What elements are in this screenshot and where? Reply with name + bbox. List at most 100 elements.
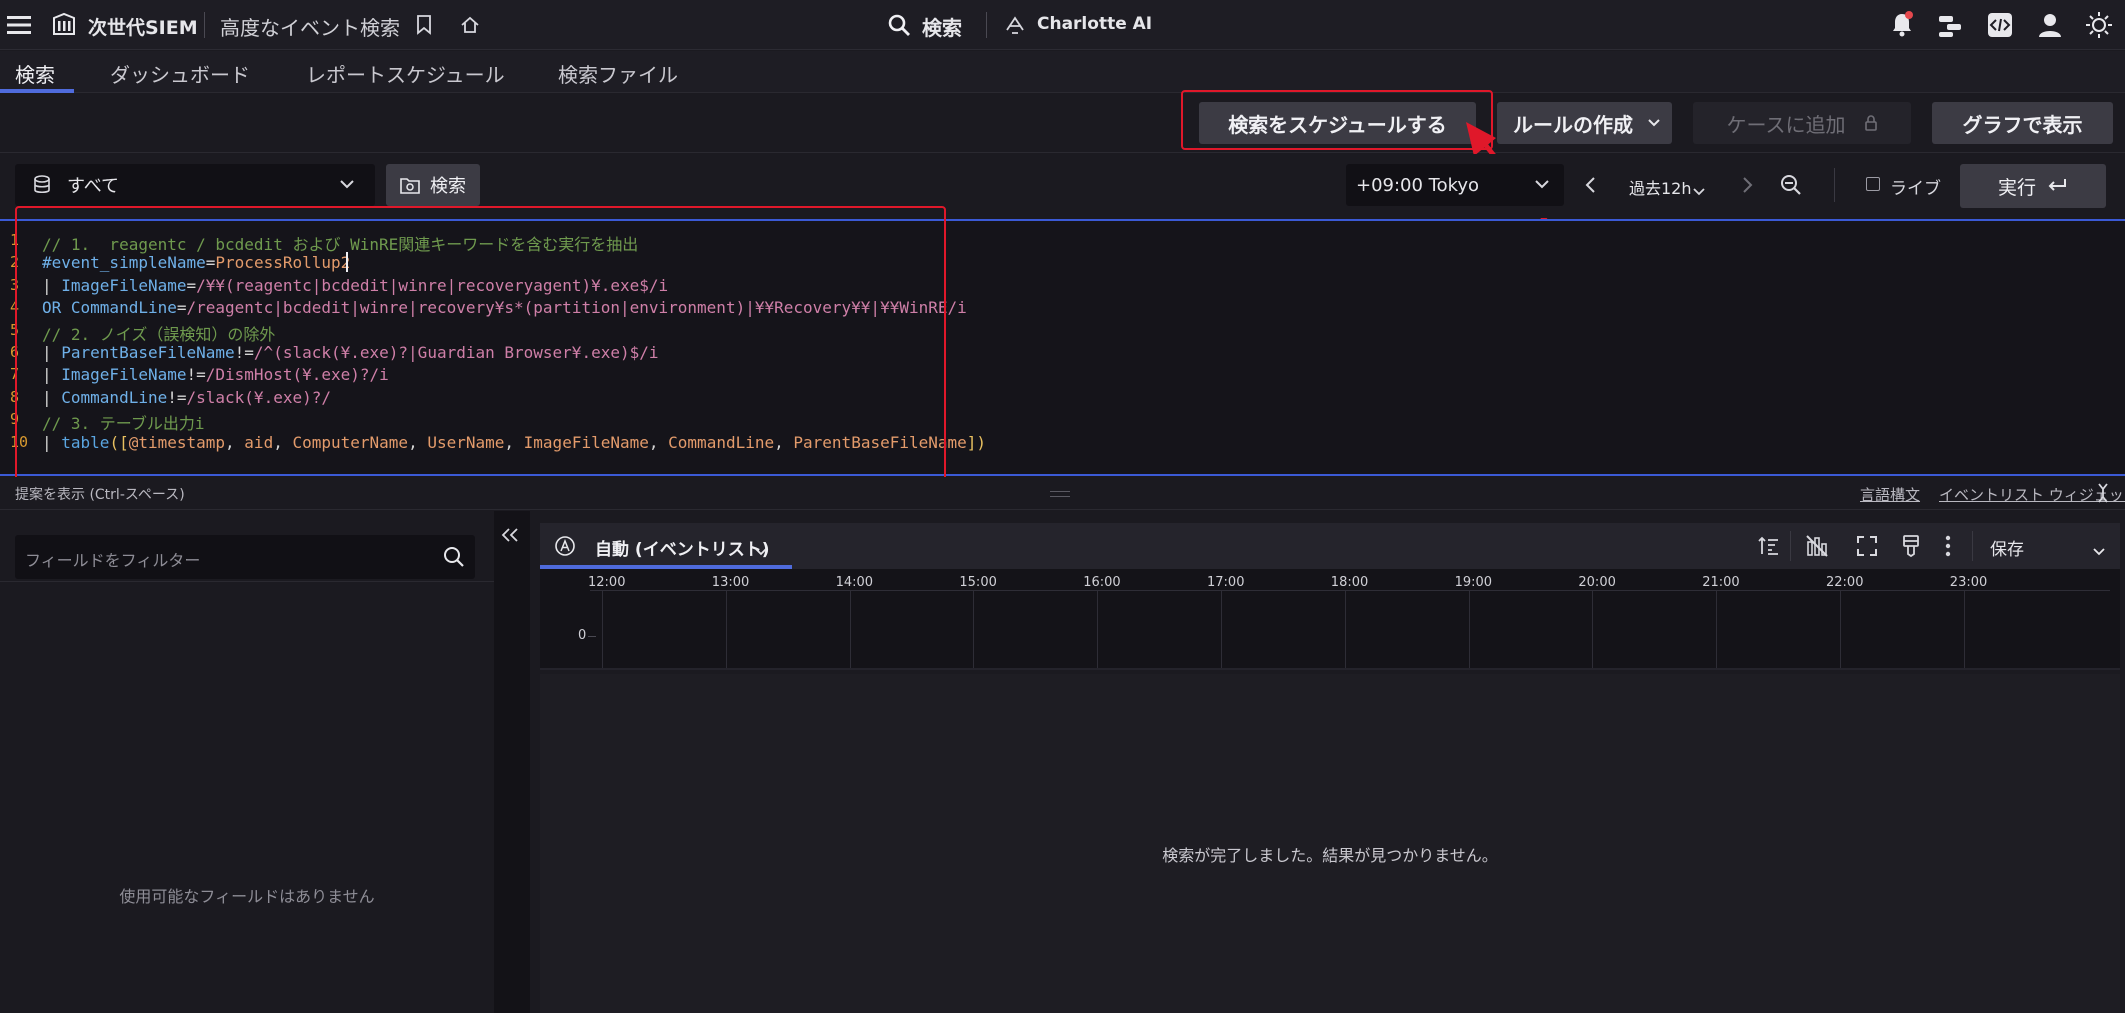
code-token: ]) bbox=[966, 432, 987, 452]
zoom-out-icon[interactable] bbox=[1780, 174, 1802, 200]
code-token: != bbox=[186, 365, 206, 385]
code-token: , bbox=[225, 432, 245, 452]
search-icon[interactable] bbox=[886, 12, 912, 38]
code-token: = bbox=[186, 275, 197, 295]
widget-type-label[interactable]: 自動 (イベントリスト) bbox=[595, 535, 769, 560]
hour-gridline bbox=[1097, 590, 1099, 668]
pin-icon[interactable] bbox=[2096, 482, 2110, 508]
time-range-value[interactable]: 過去12h bbox=[1629, 175, 1692, 199]
collapse-column bbox=[494, 511, 530, 1013]
hour-gridline bbox=[1344, 590, 1346, 668]
run-button[interactable]: 実行 bbox=[1960, 164, 2106, 208]
folder-search-icon bbox=[400, 176, 420, 194]
line-number: 1 bbox=[10, 231, 20, 249]
hide-columns-icon[interactable] bbox=[1805, 534, 1829, 562]
hour-gridline bbox=[725, 590, 727, 668]
time-prev-icon[interactable] bbox=[1584, 176, 1596, 198]
hour-label: 13:00 bbox=[711, 575, 750, 590]
tab-dashboard[interactable]: ダッシュボード bbox=[110, 59, 250, 88]
show-graph-button[interactable]: グラフで表示 bbox=[1932, 102, 2113, 144]
more-options-icon[interactable] bbox=[1944, 534, 1952, 562]
chevron-down-icon[interactable] bbox=[754, 541, 768, 560]
bookmark-icon[interactable] bbox=[412, 13, 436, 37]
chevron-down-icon bbox=[1647, 118, 1661, 128]
hour-gridline bbox=[849, 590, 851, 668]
user-avatar-icon[interactable] bbox=[2036, 11, 2064, 39]
charlotte-ai-label[interactable]: Charlotte AI bbox=[1037, 14, 1152, 34]
code-token: table bbox=[61, 432, 110, 452]
code-token: ImageFileName bbox=[61, 365, 187, 385]
code-token: , bbox=[273, 432, 293, 452]
code-token: != bbox=[167, 387, 187, 407]
hour-gridline bbox=[1592, 590, 1594, 668]
saved-search-button[interactable]: 検索 bbox=[386, 164, 480, 206]
no-results-message: 検索が完了しました。結果が見つかりません。 bbox=[1162, 846, 1498, 865]
time-next-icon[interactable] bbox=[1742, 176, 1754, 198]
hour-label: 20:00 bbox=[1578, 575, 1616, 590]
chevron-down-icon bbox=[339, 179, 355, 189]
code-token: | bbox=[42, 343, 62, 362]
code-text: // 3. テーブル出力i bbox=[42, 410, 204, 434]
live-label: ライブ bbox=[1890, 179, 1941, 199]
query-bar: すべて 検索 +09:00 Tokyo 過去12h ライブ 実行 bbox=[0, 154, 2125, 218]
sort-icon[interactable] bbox=[1757, 534, 1781, 562]
code-token: ([ bbox=[109, 432, 129, 452]
chevron-down-icon[interactable] bbox=[1692, 181, 1706, 200]
line-number: 5 bbox=[10, 320, 20, 339]
code-token: , bbox=[648, 432, 669, 452]
add-to-case-button[interactable]: ケースに追加 bbox=[1693, 102, 1911, 144]
toolbar-divider bbox=[1790, 531, 1791, 561]
line-number: 9 bbox=[10, 410, 20, 429]
code-token: | bbox=[42, 387, 62, 407]
auto-mode-icon bbox=[554, 535, 576, 561]
home-icon[interactable] bbox=[457, 12, 483, 38]
query-editor[interactable]: 1 // 1. reagentc / bcdedit および WinRE関連キーワ… bbox=[0, 219, 2125, 476]
database-icon bbox=[33, 175, 53, 195]
code-token: | bbox=[42, 432, 62, 452]
y-tick bbox=[588, 636, 596, 637]
search-nav-label[interactable]: 検索 bbox=[922, 12, 962, 41]
tab-search[interactable]: 検索 bbox=[15, 59, 55, 88]
save-widget-label[interactable]: 保存 bbox=[1990, 535, 2024, 560]
title-divider bbox=[204, 12, 205, 38]
code-token: = bbox=[205, 253, 216, 273]
action-bar: 検索をスケジュールする ルールの作成 ケースに追加 グラフで表示 bbox=[0, 90, 2125, 153]
enter-key-icon bbox=[2046, 178, 2068, 194]
repository-select[interactable]: すべて bbox=[15, 164, 375, 206]
hamburger-menu-icon[interactable] bbox=[6, 12, 32, 38]
live-checkbox[interactable] bbox=[1866, 177, 1880, 191]
collapse-panel-icon[interactable] bbox=[500, 527, 522, 547]
line-number: 4 bbox=[10, 298, 20, 317]
repository-select-value: すべて bbox=[67, 176, 120, 197]
code-token: = bbox=[176, 298, 187, 318]
line-number: 2 bbox=[10, 253, 20, 272]
notification-bell-icon[interactable] bbox=[1888, 10, 1916, 38]
workflow-icon[interactable] bbox=[1936, 12, 1964, 40]
nav-divider bbox=[986, 12, 987, 38]
code-token: | bbox=[42, 365, 62, 385]
schedule-search-button[interactable]: 検索をスケジュールする bbox=[1199, 102, 1476, 144]
field-filter-input[interactable]: フィールドをフィルター bbox=[15, 535, 475, 579]
hour-label: 17:00 bbox=[1207, 575, 1245, 590]
code-token: /reagentc|bcdedit|winre|recovery¥s*(part… bbox=[186, 298, 967, 318]
fullscreen-icon[interactable] bbox=[1855, 534, 1879, 562]
resize-handle[interactable] bbox=[1050, 491, 1070, 497]
code-token: | bbox=[42, 275, 62, 295]
tab-report-schedule[interactable]: レポートスケジュール bbox=[306, 59, 505, 88]
chevron-down-icon[interactable] bbox=[2092, 541, 2106, 560]
timezone-select[interactable]: +09:00 Tokyo bbox=[1346, 164, 1564, 206]
hour-label: 18:00 bbox=[1330, 575, 1369, 590]
search-icon[interactable] bbox=[443, 546, 465, 572]
code-icon[interactable] bbox=[1986, 11, 2014, 39]
field-filter-placeholder: フィールドをフィルター bbox=[25, 551, 201, 570]
hour-label: 21:00 bbox=[1702, 575, 1740, 590]
highlight-icon[interactable] bbox=[1900, 534, 1922, 562]
language-syntax-link[interactable]: 言語構文 bbox=[1860, 484, 1920, 505]
code-token: // 3. テーブル出力i bbox=[42, 414, 205, 434]
theme-sun-icon[interactable] bbox=[2084, 10, 2114, 40]
tab-search-files[interactable]: 検索ファイル bbox=[558, 59, 678, 88]
code-token: // 2. ノイズ（誤検知）の除外 bbox=[42, 324, 276, 344]
charlotte-ai-icon[interactable] bbox=[1002, 12, 1028, 38]
app-name[interactable]: 次世代SIEM bbox=[88, 13, 198, 40]
hour-label: 22:00 bbox=[1826, 575, 1864, 590]
